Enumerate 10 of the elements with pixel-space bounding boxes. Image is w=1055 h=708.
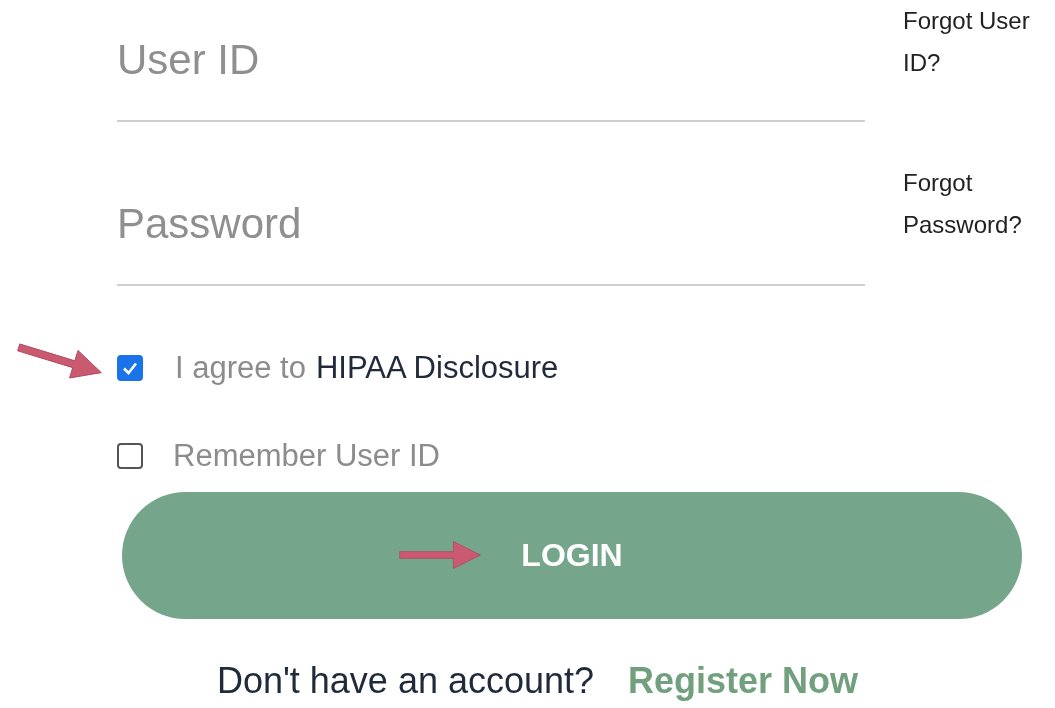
account-prompt: Don't have an account? bbox=[216, 661, 595, 701]
checkbox-label: Remember User ID bbox=[173, 438, 440, 474]
checkbox-label: I agree to bbox=[175, 350, 306, 386]
password-field[interactable]: Password bbox=[117, 122, 865, 286]
checkbox[interactable] bbox=[117, 443, 143, 469]
checkbox[interactable] bbox=[117, 355, 143, 381]
forgot-link[interactable]: Forgot User ID? bbox=[903, 0, 1035, 84]
user-id-field[interactable]: User ID bbox=[117, 0, 865, 122]
forgot-link[interactable]: Forgot Password? bbox=[903, 162, 1035, 246]
disclosure-link[interactable]: HIPAA Disclosure bbox=[316, 350, 559, 386]
